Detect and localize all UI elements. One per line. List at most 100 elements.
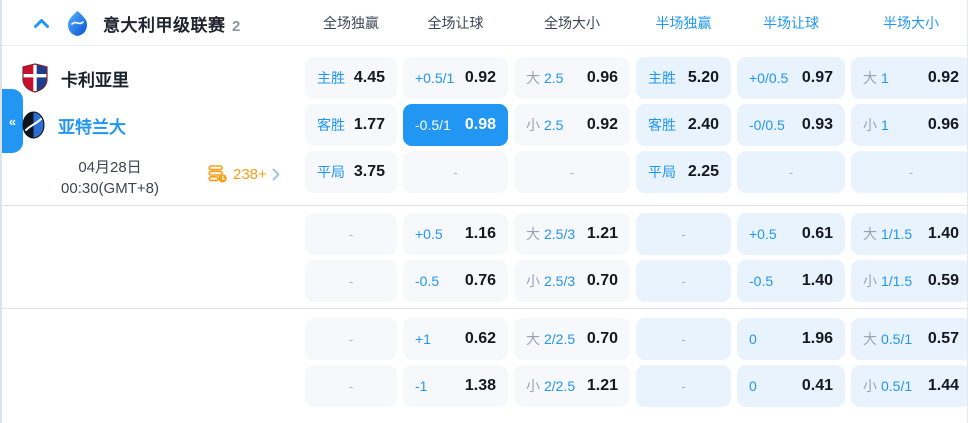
odds-cell[interactable]: -1 1.38 [403, 365, 508, 407]
odds-cell[interactable]: -0.5/1 0.98 [403, 104, 508, 146]
empty-odds-cell: - [514, 151, 630, 193]
odds-cell[interactable]: +0/0.5 0.97 [737, 57, 845, 99]
odds-value: 0.96 [927, 116, 959, 133]
odds-cell[interactable]: 平局 3.75 [305, 151, 397, 193]
empty-odds-cell: - [403, 151, 508, 193]
odds-value: 1.77 [353, 116, 385, 133]
dash-placeholder: - [348, 273, 354, 289]
column-header-full-ou: 全场大小 [544, 15, 600, 31]
empty-odds-cell: - [851, 151, 967, 193]
column-header-full-1x2: 全场独赢 [323, 15, 379, 31]
dash-placeholder: - [348, 331, 354, 347]
odds-cell[interactable]: 平局 2.25 [636, 151, 731, 193]
odds-label: 客胜 [648, 117, 676, 133]
serie-a-logo-icon [68, 10, 87, 36]
odds-cell[interactable]: +1 0.62 [403, 318, 508, 360]
ou-line: 1 [881, 70, 889, 86]
ou-direction: 小 [863, 378, 877, 394]
handicap-line: -0/0.5 [749, 117, 785, 133]
odds-value: 1.40 [801, 272, 833, 289]
odds-cell[interactable]: 主胜 5.20 [636, 57, 731, 99]
odds-cell[interactable]: -0.5 1.40 [737, 260, 845, 302]
sidebar-collapse-tab[interactable]: « [2, 89, 23, 153]
chevron-up-icon [33, 18, 49, 28]
dash-placeholder: - [681, 331, 686, 347]
odds-value: 3.75 [353, 163, 385, 180]
odds-value: 5.20 [687, 69, 719, 86]
odds-cell[interactable]: 小 1/1.5 0.59 [851, 260, 967, 302]
odds-value: 1.96 [801, 330, 833, 347]
odds-cell[interactable]: 大 1 0.92 [851, 57, 967, 99]
ou-line: 2.5 [544, 70, 564, 86]
ou-line: 2.5/3 [544, 226, 576, 242]
chevron-right-icon [272, 168, 280, 180]
ou-direction: 小 [526, 273, 540, 289]
odds-cell[interactable]: 0 0.41 [737, 365, 845, 407]
ou-direction: 大 [863, 226, 877, 242]
dash-placeholder: - [681, 273, 686, 289]
empty-odds-cell: - [636, 260, 731, 302]
odds-value: 1.44 [927, 377, 959, 394]
more-markets-count: 238+ [233, 165, 267, 183]
column-header-half-handicap: 半场让球 [763, 15, 819, 31]
odds-cell[interactable]: 客胜 1.77 [305, 104, 397, 146]
odds-value: 0.41 [801, 377, 833, 394]
odds-cell[interactable]: 大 2.5/3 1.21 [514, 213, 630, 255]
odds-cell[interactable]: 大 1/1.5 1.40 [851, 213, 967, 255]
odds-cell[interactable]: 小 2.5/3 0.70 [514, 260, 630, 302]
dash-placeholder: - [569, 164, 575, 180]
league-title: 意大利甲级联赛 [103, 15, 226, 35]
column-headers: 全场独赢 全场让球 全场大小 半场独赢 半场让球 半场大小 [305, 0, 967, 46]
odds-cell[interactable]: +0.5 0.61 [737, 213, 845, 255]
home-team-row[interactable]: 卡利亚里 [22, 57, 129, 99]
odds-cell[interactable]: 小 1 0.96 [851, 104, 967, 146]
away-team-name: 亚特兰大 [58, 117, 126, 137]
odds-grid-main: 主胜 4.45 +0.5/1 0.92 大 2.5 0.96 主胜 5.20 +0/0.5 0.97… [305, 57, 967, 193]
odds-cell[interactable]: 大 2.5 0.96 [514, 57, 630, 99]
ou-direction: 大 [526, 331, 540, 347]
odds-cell[interactable]: 客胜 2.40 [636, 104, 731, 146]
ou-line: 1 [881, 117, 889, 133]
handicap-line: +0/0.5 [749, 70, 789, 86]
odds-cell[interactable]: 大 0.5/1 0.57 [851, 318, 967, 360]
odds-value: 1.40 [927, 225, 959, 242]
column-header-full-handicap: 全场让球 [427, 15, 484, 31]
handicap-line: -1 [415, 378, 428, 394]
away-team-row[interactable]: 亚特兰大 [22, 104, 126, 146]
handicap-line: -0.5 [749, 273, 774, 289]
ou-line: 1/1.5 [881, 273, 913, 289]
odds-cell[interactable]: -0.5 0.76 [403, 260, 508, 302]
home-team-logo-icon [22, 63, 48, 93]
group-divider [2, 308, 967, 309]
dash-placeholder: - [681, 378, 686, 394]
odds-cell[interactable]: +0.5/1 0.92 [403, 57, 508, 99]
odds-cell[interactable]: 大 2/2.5 0.70 [514, 318, 630, 360]
match-time: 04月28日 00:30(GMT+8) [30, 157, 190, 199]
odds-value: 0.76 [464, 272, 496, 289]
ou-line: 2/2.5 [544, 378, 576, 394]
odds-cell[interactable]: +0.5 1.16 [403, 213, 508, 255]
handicap-line: -0.5 [415, 273, 440, 289]
odds-value: 4.45 [353, 69, 385, 86]
ou-line: 0.5/1 [881, 331, 913, 347]
odds-cell[interactable]: 0 1.96 [737, 318, 845, 360]
empty-odds-cell: - [636, 213, 731, 255]
odds-grid-alt-lines-1: - +0.5 1.16 大 2.5/3 1.21- +0.5 0.61 大 1/1.5 1.40- -… [305, 213, 967, 302]
collapse-league-button[interactable] [30, 12, 52, 34]
odds-cell[interactable]: 小 2.5 0.92 [514, 104, 630, 146]
odds-cell[interactable]: 小 2/2.5 1.21 [514, 365, 630, 407]
odds-value: 0.97 [801, 69, 833, 86]
odds-cell[interactable]: -0/0.5 0.93 [737, 104, 845, 146]
empty-odds-cell: - [305, 365, 397, 407]
odds-cell[interactable]: 小 0.5/1 1.44 [851, 365, 967, 407]
odds-value: 0.57 [927, 330, 959, 347]
more-markets-link[interactable]: 238+ [208, 163, 280, 185]
handicap-line: +0.5/1 [415, 70, 455, 86]
ou-line: 2/2.5 [544, 331, 576, 347]
dash-placeholder: - [348, 226, 354, 242]
group-divider [2, 205, 967, 206]
column-header-half-1x2: 半场独赢 [655, 15, 712, 31]
empty-odds-cell: - [636, 365, 731, 407]
odds-cell[interactable]: 主胜 4.45 [305, 57, 397, 99]
ou-direction: 大 [526, 226, 540, 242]
